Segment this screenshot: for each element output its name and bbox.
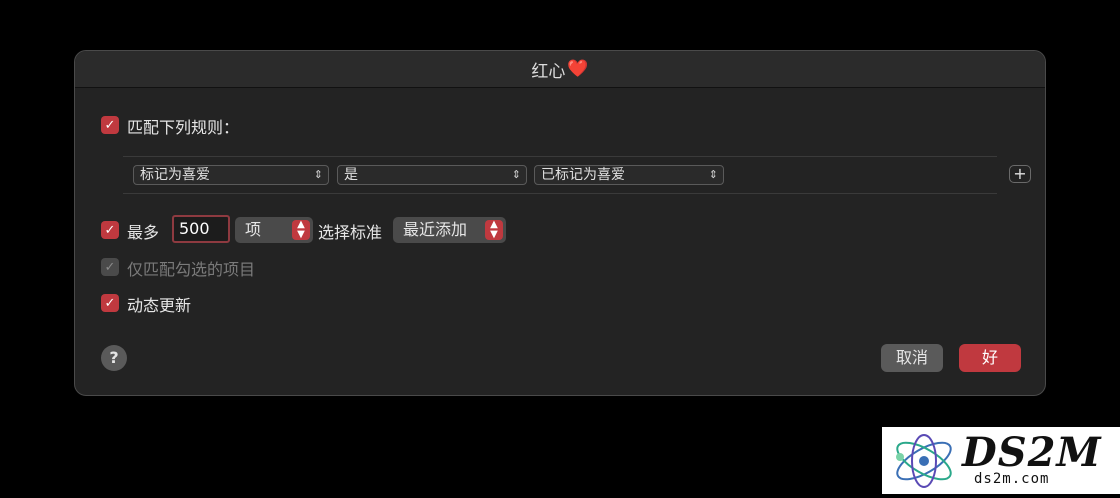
atom-logo-icon xyxy=(896,434,952,488)
limit-checkbox[interactable]: ✓ xyxy=(101,221,119,239)
rule-row: 标记为喜爱 ⇕ 是 ⇕ 已标记为喜爱 ⇕ + xyxy=(123,156,1031,194)
select-by-value: 最近添加 xyxy=(403,220,468,239)
rule-field-value: 标记为喜爱 xyxy=(140,167,210,183)
updown-chevron-icon: ⇕ xyxy=(708,168,718,181)
limit-label: 最多 xyxy=(127,223,160,242)
live-update-checkbox[interactable]: ✓ xyxy=(101,294,119,312)
heart-icon: ❤️ xyxy=(567,59,589,79)
live-update-label: 动态更新 xyxy=(127,296,192,315)
updown-chevron-icon: ▲ ▼ xyxy=(485,220,503,240)
match-rules-label: 匹配下列规则： xyxy=(127,118,240,137)
cancel-button[interactable]: 取消 xyxy=(881,344,943,372)
rule-value-popup[interactable]: 已标记为喜爱 ⇕ xyxy=(534,165,724,185)
ok-button[interactable]: 好 xyxy=(959,344,1021,372)
updown-chevron-icon: ⇕ xyxy=(511,168,521,181)
rule-value-value: 已标记为喜爱 xyxy=(541,167,625,183)
rule-operator-value: 是 xyxy=(344,167,358,183)
help-button[interactable]: ? xyxy=(101,345,127,371)
checked-only-checkbox: ✓ xyxy=(101,258,119,276)
limit-count-input[interactable]: 500 xyxy=(172,215,230,243)
match-rules-checkbox[interactable]: ✓ xyxy=(101,116,119,134)
select-by-label: 选择标准 xyxy=(318,223,383,242)
checked-only-label: 仅匹配勾选的项目 xyxy=(127,260,256,279)
watermark: DS2M ds2m.com xyxy=(882,427,1120,494)
watermark-domain: ds2m.com xyxy=(974,471,1050,487)
rule-operator-popup[interactable]: 是 ⇕ xyxy=(337,165,527,185)
updown-chevron-icon: ⇕ xyxy=(313,168,323,181)
smart-playlist-dialog: 红心 ❤️ ✓ 匹配下列规则： 标记为喜爱 ⇕ 是 ⇕ 已标记为喜爱 ⇕ + ✓… xyxy=(74,50,1046,396)
dialog-titlebar: 红心 ❤️ xyxy=(75,51,1045,88)
add-rule-button[interactable]: + xyxy=(1009,165,1031,183)
watermark-brand: DS2M xyxy=(962,429,1102,476)
limit-unit-value: 项 xyxy=(245,220,262,239)
dialog-title: 红心 xyxy=(531,61,566,82)
limit-unit-select[interactable]: 项 ▲ ▼ xyxy=(235,217,313,243)
select-by-select[interactable]: 最近添加 ▲ ▼ xyxy=(393,217,506,243)
rule-field-popup[interactable]: 标记为喜爱 ⇕ xyxy=(133,165,329,185)
updown-chevron-icon: ▲ ▼ xyxy=(292,220,310,240)
